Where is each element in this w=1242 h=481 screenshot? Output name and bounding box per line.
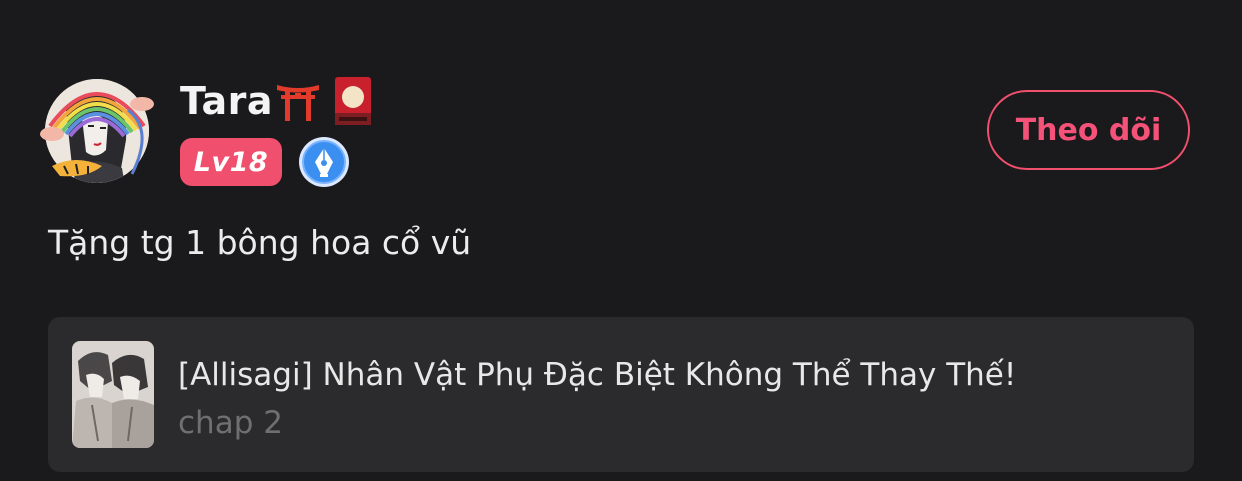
avatar[interactable] [36,70,158,192]
hanafuda-card-icon [335,77,372,125]
comment-item: Tara Lv18 Theo dõi Tặng tg 1 bông hoa cổ… [0,0,1242,481]
follow-button[interactable]: Theo dõi [987,90,1190,170]
pen-nib-icon [298,136,350,188]
username-row: Tara [180,74,372,128]
story-card[interactable]: [Allisagi] Nhân Vật Phụ Đặc Biệt Không T… [48,317,1194,472]
story-title: [Allisagi] Nhân Vật Phụ Đặc Biệt Không T… [178,357,1017,393]
username[interactable]: Tara [180,74,273,128]
badge-row: Lv18 [180,136,350,188]
level-badge: Lv18 [180,138,282,186]
story-chapter: chap 2 [178,405,283,441]
comment-text: Tặng tg 1 bông hoa cổ vũ [48,223,472,262]
torii-gate-icon [275,81,321,121]
story-thumbnail [72,341,154,448]
